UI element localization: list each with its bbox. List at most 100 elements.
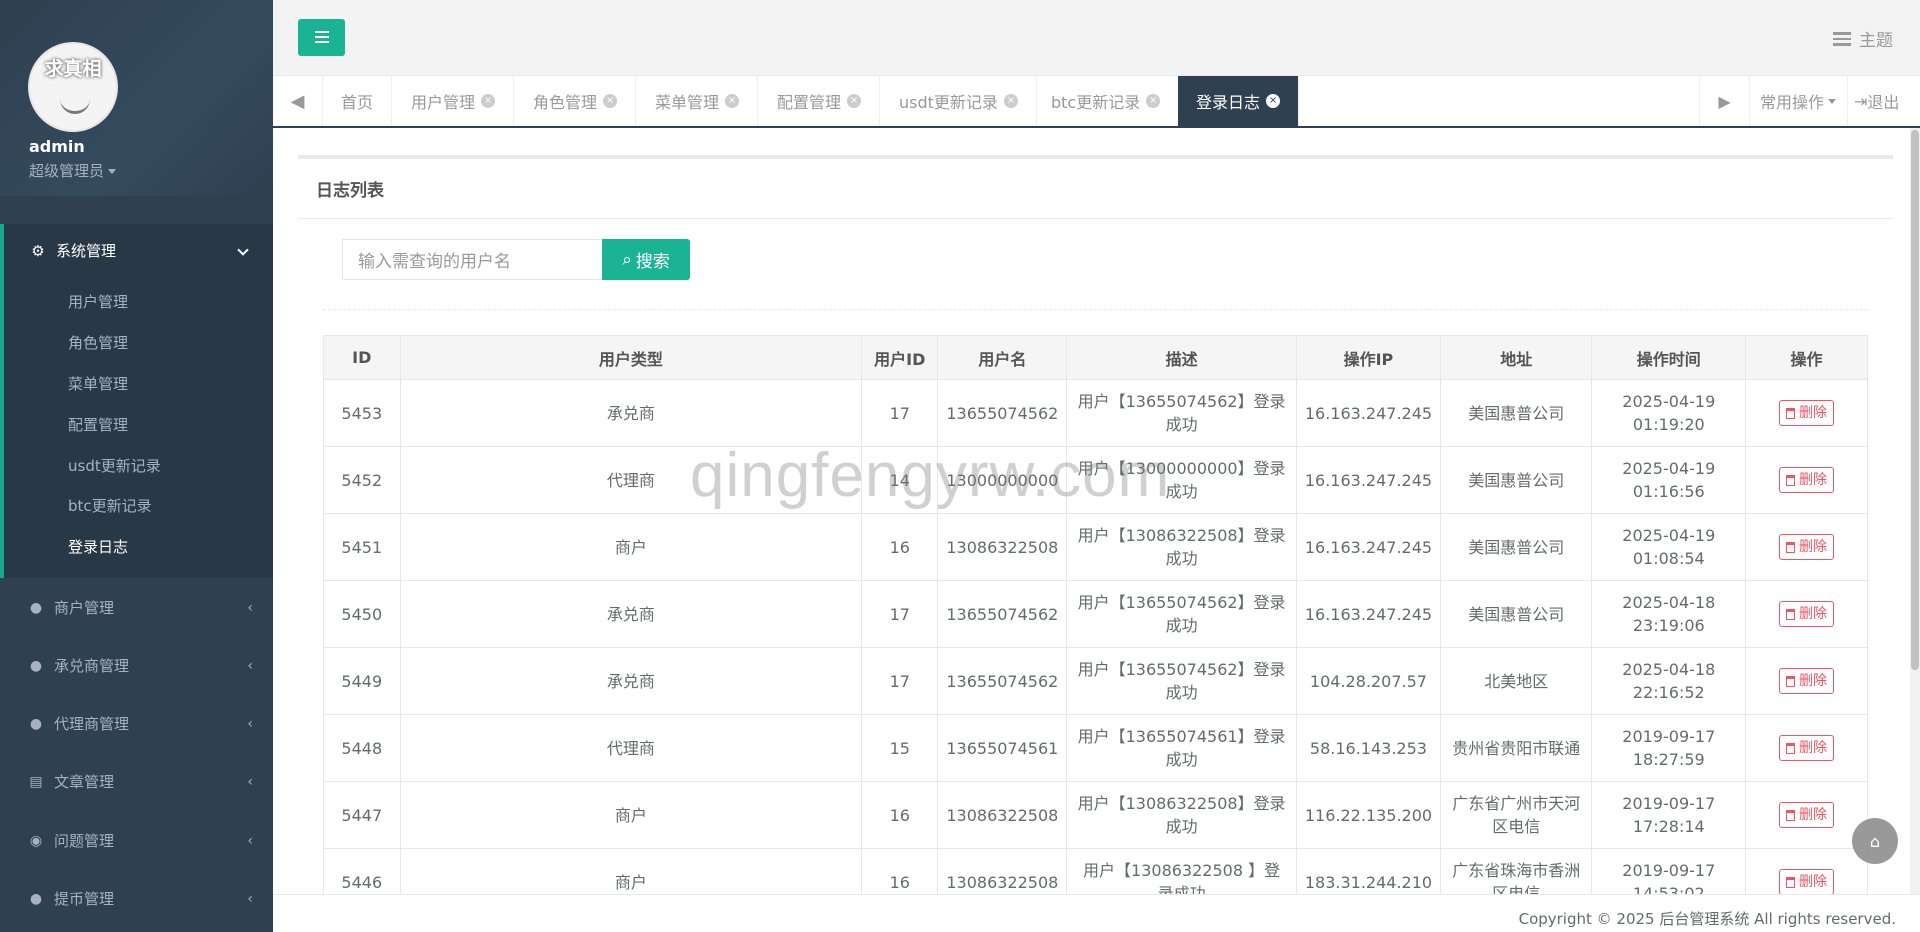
double-chevron-right-icon: ▶ [1718, 91, 1731, 111]
column-header: 操作时间 [1591, 335, 1747, 380]
table-row: 5451 商户 16 13086322508 用户【13086322508】登录成功 16… [323, 513, 1868, 581]
back-to-top-button[interactable]: ⌂ [1852, 818, 1898, 864]
tab-label: 登录日志 [1196, 93, 1261, 112]
table-row: 5450 承兑商 17 13655074562 用户【13655074562】登录成功 1… [323, 580, 1868, 648]
column-header: 用户ID [861, 335, 939, 380]
tabs-scroll-right-button[interactable]: ▶ [1699, 76, 1749, 126]
tab-login-log[interactable]: 登录日志 × [1178, 76, 1300, 126]
sidebar-item-login-log[interactable]: 登录日志 [68, 536, 128, 557]
delete-button[interactable]: 删除 [1779, 534, 1835, 560]
cell-description: 用户【13086322508 】登录成功 [1066, 848, 1297, 894]
sidebar-item-btc-records[interactable]: btc更新记录 [68, 495, 152, 516]
cell-actions: 删除 [1745, 580, 1868, 648]
cell-ip: 58.16.143.253 [1295, 714, 1442, 782]
cell-time: 2019-09-17 18:27:59 [1591, 714, 1747, 782]
sidebar-item-question-mgmt[interactable]: ◉ 问题管理 ‹ [28, 830, 253, 851]
cell-actions: 删除 [1745, 714, 1868, 782]
profile-role-label: 超级管理员 [29, 162, 105, 180]
logout-label: 退出 [1867, 93, 1900, 112]
sidebar-item-merchant-mgmt[interactable]: ● 商户管理 ‹ [28, 597, 253, 618]
log-table: ID 用户类型 用户ID 用户名 描述 操作IP 地址 操作时间 操作 5453… [323, 335, 1868, 894]
trash-icon [1786, 876, 1796, 888]
sidebar-item-article-mgmt[interactable]: ▤ 文章管理 ‹ [28, 771, 253, 792]
tab-menu-mgmt[interactable]: 菜单管理 × [637, 76, 759, 126]
cell-id: 5446 [323, 848, 401, 894]
delete-button[interactable]: 删除 [1779, 400, 1835, 426]
sidebar: 求真相 admin 超级管理员 ⚙ 系统管理 用户管理 角色管理 菜单管理 配置… [0, 0, 273, 932]
log-list-panel: 日志列表 输入需查询的用户名 ⌕ 搜索 ID 用户类型 用户ID 用户名 描述 … [298, 155, 1893, 894]
cell-ip: 116.22.135.200 [1295, 781, 1442, 849]
table-row: 5453 承兑商 17 13655074562 用户【13655074562】登录成功 1… [323, 379, 1868, 447]
column-header: 用户类型 [399, 335, 863, 380]
delete-button[interactable]: 删除 [1779, 735, 1835, 761]
search-button-label: 搜索 [635, 252, 670, 272]
cell-address: 贵州省贵阳市联通 [1440, 714, 1593, 782]
table-row: 5446 商户 16 13086322508 用户【13086322508 】登录成功 1… [323, 848, 1868, 894]
cell-user-type: 承兑商 [399, 379, 863, 447]
table-header-row: ID 用户类型 用户ID 用户名 描述 操作IP 地址 操作时间 操作 [323, 335, 1868, 380]
menu-group-system-label: 系统管理 [56, 242, 117, 260]
delete-label: 删除 [1799, 874, 1828, 890]
cell-user-type: 商户 [399, 848, 863, 894]
delete-button[interactable]: 删除 [1779, 869, 1835, 894]
cell-date-text: 2019-09-17 [1622, 727, 1716, 746]
cell-username: 13086322508 [937, 848, 1068, 894]
page-tabs: ◀ 首页 用户管理 × 角色管理 × 菜单管理 × 配置管理 × usdt更新记录 × b… [273, 76, 1920, 128]
main-content: 日志列表 输入需查询的用户名 ⌕ 搜索 ID 用户类型 用户ID 用户名 描述 … [273, 128, 1920, 894]
avatar[interactable]: 求真相 [28, 42, 118, 132]
search-input[interactable]: 输入需查询的用户名 [342, 239, 603, 280]
close-icon[interactable]: × [1266, 94, 1281, 108]
sidebar-item-acceptor-mgmt[interactable]: ● 承兑商管理 ‹ [28, 655, 253, 676]
delete-label: 删除 [1799, 405, 1828, 421]
sidebar-item-usdt-records[interactable]: usdt更新记录 [68, 455, 161, 476]
menu-toggle-button[interactable] [298, 19, 345, 56]
tabs-scroll-left-button[interactable]: ◀ [273, 76, 323, 126]
close-icon[interactable]: × [1003, 94, 1018, 108]
delete-button[interactable]: 删除 [1779, 467, 1835, 493]
close-icon[interactable]: × [725, 94, 740, 108]
scrollbar-thumb[interactable] [1911, 130, 1919, 670]
logout-button[interactable]: ⇥ 退出 [1847, 76, 1920, 126]
tab-label: 用户管理 [411, 93, 476, 112]
tab-home[interactable]: 首页 [323, 76, 393, 126]
tab-user-mgmt[interactable]: 用户管理 × [393, 76, 515, 126]
user-icon: ● [29, 890, 43, 907]
profile-role-dropdown[interactable]: 超级管理员 [29, 160, 117, 181]
search-button[interactable]: ⌕ 搜索 [602, 239, 690, 280]
theme-button[interactable]: 主题 [1833, 26, 1893, 51]
cell-ip: 104.28.207.57 [1295, 647, 1442, 715]
common-ops-dropdown[interactable]: 常用操作 [1749, 76, 1847, 126]
delete-button[interactable]: 删除 [1779, 668, 1835, 694]
tab-label: usdt更新记录 [899, 93, 998, 112]
cell-date-text: 2025-04-18 [1622, 593, 1716, 612]
cell-id: 5451 [323, 513, 401, 581]
sidebar-item-withdraw-mgmt[interactable]: ● 提币管理 ‹ [28, 888, 253, 909]
delete-button[interactable]: 删除 [1779, 802, 1835, 828]
cell-username: 13655074562 [937, 580, 1068, 648]
close-icon[interactable]: × [603, 94, 618, 108]
user-icon: ● [29, 657, 43, 674]
sidebar-item-user-mgmt[interactable]: 用户管理 [68, 291, 128, 312]
close-icon[interactable]: × [481, 94, 496, 108]
cell-user-type: 商户 [399, 513, 863, 581]
delete-button[interactable]: 删除 [1779, 601, 1835, 627]
trash-icon [1786, 407, 1796, 419]
tab-role-mgmt[interactable]: 角色管理 × [515, 76, 637, 126]
table-row: 5449 承兑商 17 13655074562 用户【13655074562】登录成功 1… [323, 647, 1868, 715]
cell-user-id: 17 [861, 647, 939, 715]
sidebar-item-config-mgmt[interactable]: 配置管理 [68, 414, 128, 435]
tab-usdt-records[interactable]: usdt更新记录 × [881, 76, 1037, 126]
menu-group-system[interactable]: ⚙ 系统管理 [30, 240, 116, 261]
cell-description: 用户【13655074562】登录成功 [1066, 580, 1297, 648]
sidebar-item-menu-mgmt[interactable]: 菜单管理 [68, 373, 128, 394]
sidebar-item-role-mgmt[interactable]: 角色管理 [68, 332, 128, 353]
close-icon[interactable]: × [1146, 94, 1161, 108]
column-header: 用户名 [937, 335, 1068, 380]
cell-description: 用户【13655074561】登录成功 [1066, 714, 1297, 782]
cell-actions: 删除 [1745, 446, 1868, 514]
sidebar-item-agent-mgmt[interactable]: ● 代理商管理 ‹ [28, 713, 253, 734]
cell-ip: 16.163.247.245 [1295, 446, 1442, 514]
tab-config-mgmt[interactable]: 配置管理 × [759, 76, 881, 126]
tab-btc-records[interactable]: btc更新记录 × [1033, 76, 1180, 126]
close-icon[interactable]: × [847, 94, 862, 108]
